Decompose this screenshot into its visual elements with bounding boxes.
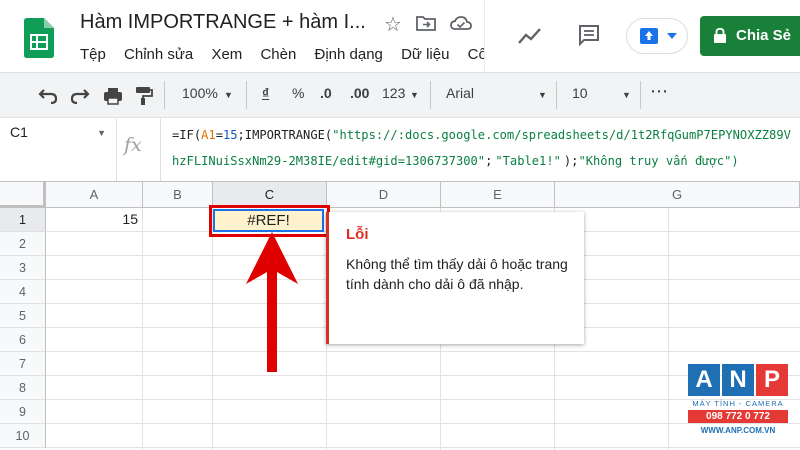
column-header-g[interactable]: G	[555, 182, 800, 208]
toolbar: 100% ▼ ₫ % .0 .00 123 ▼ Arial ▼ 10 ▼ ⋯	[0, 72, 800, 118]
logo-letter-n: N	[722, 364, 754, 396]
redo-icon[interactable]	[70, 88, 90, 104]
grid-line	[46, 447, 800, 448]
formula-input[interactable]: =IF(A1=15;IMPORTRANGE("https://:docs.goo…	[172, 122, 798, 174]
font-size-caret-icon[interactable]: ▼	[622, 90, 631, 100]
error-title: Lỗi	[346, 226, 369, 243]
select-all-corner[interactable]	[0, 182, 46, 208]
present-button[interactable]	[626, 18, 688, 54]
watermark-tagline: MÁY TÍNH - CAMERA	[692, 399, 784, 408]
anp-logo: A N P	[688, 364, 788, 396]
row-header-9[interactable]: 9	[0, 400, 46, 424]
undo-icon[interactable]	[38, 88, 58, 104]
formula-number: 15	[222, 128, 238, 142]
name-box[interactable]: C1 ▼	[0, 118, 116, 146]
comment-icon[interactable]	[578, 24, 600, 46]
watermark-website: WWW.ANP.COM.VN	[700, 426, 776, 435]
more-options-icon[interactable]: ⋯	[650, 81, 668, 102]
grid-line	[668, 208, 669, 450]
annotation-arrow-icon	[246, 232, 298, 372]
menu-view[interactable]: Xem	[211, 46, 242, 63]
grid-line	[212, 208, 213, 450]
toolbar-divider	[164, 81, 165, 109]
row-header-3[interactable]: 3	[0, 256, 46, 280]
font-caret-icon[interactable]: ▼	[538, 90, 547, 100]
present-icon	[640, 28, 658, 44]
formula-bar-divider	[116, 118, 117, 181]
fx-icon: fx	[124, 134, 142, 156]
toolbar-divider	[556, 81, 557, 109]
row-header-5[interactable]: 5	[0, 304, 46, 328]
font-size-select[interactable]: 10	[572, 85, 588, 101]
currency-format-button[interactable]: ₫	[262, 85, 269, 101]
column-header-b[interactable]: B	[143, 182, 213, 208]
column-header-a[interactable]: A	[46, 182, 143, 208]
column-header-e[interactable]: E	[441, 182, 555, 208]
menu-file[interactable]: Tệp	[80, 46, 106, 63]
document-title[interactable]: Hàm IMPORTRANGE + hàm I...	[80, 11, 366, 34]
decrease-decimal-button[interactable]: .0	[320, 85, 332, 101]
print-icon[interactable]	[103, 87, 123, 105]
sheets-logo-icon[interactable]	[24, 18, 54, 58]
toolbar-divider	[640, 81, 641, 109]
formula-part: =	[215, 128, 223, 142]
name-box-caret-icon: ▼	[97, 128, 106, 138]
menu-edit[interactable]: Chỉnh sửa	[124, 46, 193, 63]
cell-a1[interactable]: 15	[46, 208, 142, 232]
row-header-8[interactable]: 8	[0, 376, 46, 400]
more-formats-button[interactable]: 123	[382, 85, 405, 101]
row-header-10[interactable]: 10	[0, 424, 46, 448]
menu-data[interactable]: Dữ liệu	[401, 46, 449, 63]
menu-format[interactable]: Định dạng	[315, 46, 383, 63]
activity-trend-icon[interactable]	[517, 26, 543, 46]
logo-letter-a: A	[688, 364, 720, 396]
grid-line	[46, 375, 800, 376]
star-icon[interactable]: ☆	[384, 12, 402, 37]
app-header: Hàm IMPORTRANGE + hàm I... ☆ Tệp Chỉnh s…	[0, 0, 800, 72]
cloud-saved-icon[interactable]	[450, 14, 472, 32]
watermark-phone: 098 772 0 772	[688, 410, 788, 423]
toolbar-divider	[246, 81, 247, 109]
toolbar-divider	[430, 81, 431, 109]
share-label: Chia Sẻ	[736, 27, 792, 44]
column-header-d[interactable]: D	[327, 182, 441, 208]
formula-bar-divider	[160, 118, 161, 181]
menu-bar: Tệp Chỉnh sửa Xem Chèn Định dạng Dữ liệu…	[80, 46, 501, 63]
menu-insert[interactable]: Chèn	[260, 46, 296, 63]
formula-fallback-string: "Không truy vấn được")	[578, 154, 739, 168]
move-folder-icon[interactable]	[416, 14, 436, 32]
logo-letter-p: P	[756, 364, 788, 396]
row-header-6[interactable]: 6	[0, 328, 46, 352]
paint-format-icon[interactable]	[135, 86, 153, 106]
zoom-caret-icon[interactable]: ▼	[224, 90, 233, 100]
formula-part: =IF(	[172, 128, 202, 142]
formula-range-string: "Table1!"	[492, 152, 564, 170]
error-tooltip: Lỗi Không thể tìm thấy dải ô hoặc trang …	[326, 212, 584, 344]
font-family-select[interactable]: Arial	[446, 85, 474, 101]
formula-part: );	[563, 154, 579, 168]
formula-bar: C1 ▼ fx =IF(A1=15;IMPORTRANGE("https://:…	[0, 118, 800, 182]
formats-caret-icon[interactable]: ▼	[410, 90, 419, 100]
grid-line	[46, 351, 800, 352]
formula-cell-ref: A1	[201, 128, 216, 142]
grid-line	[142, 208, 143, 450]
formula-part: ;IMPORTRANGE(	[237, 128, 333, 142]
lock-icon	[714, 28, 726, 43]
zoom-select[interactable]: 100%	[182, 85, 218, 101]
row-header-1[interactable]: 1	[0, 208, 46, 232]
error-message: Không thể tìm thấy dải ô hoặc trang tính…	[346, 256, 568, 292]
grid-line	[46, 399, 800, 400]
row-header-4[interactable]: 4	[0, 280, 46, 304]
increase-decimal-button[interactable]: .00	[350, 85, 369, 101]
cell-reference: C1	[10, 124, 28, 140]
share-button[interactable]: Chia Sẻ	[700, 16, 800, 56]
anp-watermark: A N P MÁY TÍNH - CAMERA 098 772 0 772 WW…	[688, 364, 788, 442]
row-header-7[interactable]: 7	[0, 352, 46, 376]
row-header-2[interactable]: 2	[0, 232, 46, 256]
grid-line	[46, 423, 800, 424]
percent-format-button[interactable]: %	[292, 85, 304, 101]
chevron-down-icon	[667, 33, 677, 39]
